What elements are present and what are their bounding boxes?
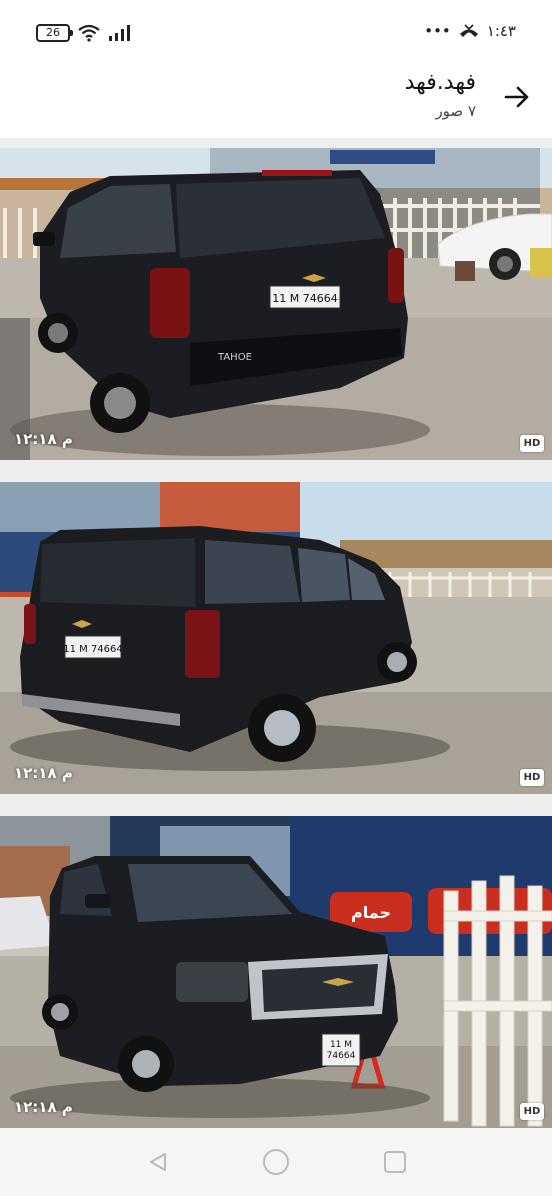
photo-2[interactable]: 11 M 74664 م ١٢:١٨ HD xyxy=(0,482,552,794)
car-front-photo: حمام 11 M 74664 xyxy=(0,816,552,1128)
car-rear-photo: 11 M 74664 TAHOE xyxy=(0,148,552,460)
status-bar: 26 ••• ١:٤٣ xyxy=(0,0,552,64)
signal-icon xyxy=(109,25,130,41)
photo-3[interactable]: حمام 11 M 74664 م ١٢:١٨ HD xyxy=(0,816,552,1128)
wifi-icon xyxy=(78,24,100,42)
hd-badge: HD xyxy=(520,769,544,786)
hd-badge: HD xyxy=(520,1103,544,1120)
page-title: فهد.فهد xyxy=(404,70,476,95)
timestamp: م ١٢:١٨ xyxy=(14,430,73,448)
triangle-back-icon[interactable] xyxy=(148,1152,168,1172)
timestamp: م ١٢:١٨ xyxy=(14,764,73,782)
plate-1: 11 M 74664 xyxy=(272,292,337,305)
plate-2: 11 M 74664 xyxy=(63,644,123,655)
hd-badge: HD xyxy=(520,435,544,452)
battery-level: 26 xyxy=(46,26,60,39)
status-time: ١:٤٣ xyxy=(486,22,516,40)
gallery-header: فهد.فهد ٧ صور xyxy=(0,64,552,138)
photo-count: ٧ صور xyxy=(435,102,476,120)
photo-1[interactable]: 11 M 74664 TAHOE م ١٢:١٨ HD xyxy=(0,148,552,460)
square-recents-icon[interactable] xyxy=(384,1151,406,1173)
system-nav-bar xyxy=(0,1128,552,1196)
timestamp: م ١٢:١٨ xyxy=(14,1098,73,1116)
banner-text: حمام xyxy=(351,903,391,922)
circle-home-icon[interactable] xyxy=(263,1149,289,1175)
tahoe-badge: TAHOE xyxy=(217,352,252,363)
missed-call-icon xyxy=(459,24,478,37)
car-side-rear-photo: 11 M 74664 xyxy=(0,482,552,794)
status-dots: ••• xyxy=(424,22,451,40)
battery-icon: 26 xyxy=(36,24,73,42)
arrow-right-icon[interactable] xyxy=(502,82,532,112)
plate-3: 11 M 74664 xyxy=(327,1040,356,1061)
